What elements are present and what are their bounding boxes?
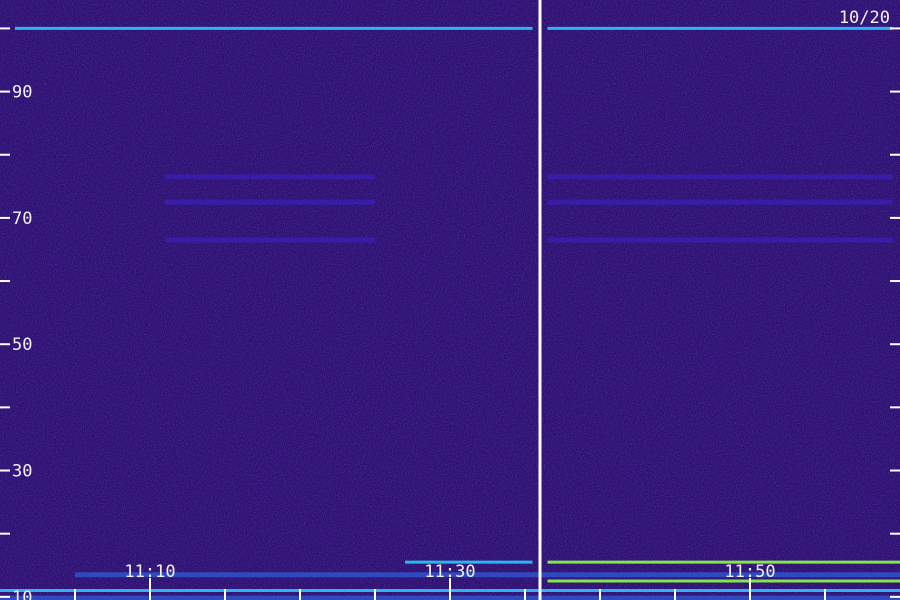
date-label: 10/20 <box>839 8 890 28</box>
x-tick-label: 11:50 <box>724 562 775 582</box>
x-tick-label: 11:10 <box>124 562 175 582</box>
y-tick-label: 50 <box>12 335 32 355</box>
y-tick-label: 10 <box>12 588 32 600</box>
spectrogram-plot: 10 30 50 70 90 11:10 11:30 11:50 10/20 <box>0 0 900 600</box>
y-tick-label: 90 <box>12 83 32 103</box>
spectrogram-chart: 10 30 50 70 90 11:10 11:30 11:50 10/20 <box>0 0 900 600</box>
noise-texture <box>0 0 900 600</box>
y-tick-label: 70 <box>12 209 32 229</box>
y-tick-label: 30 <box>12 462 32 482</box>
x-tick-label: 11:30 <box>424 562 475 582</box>
